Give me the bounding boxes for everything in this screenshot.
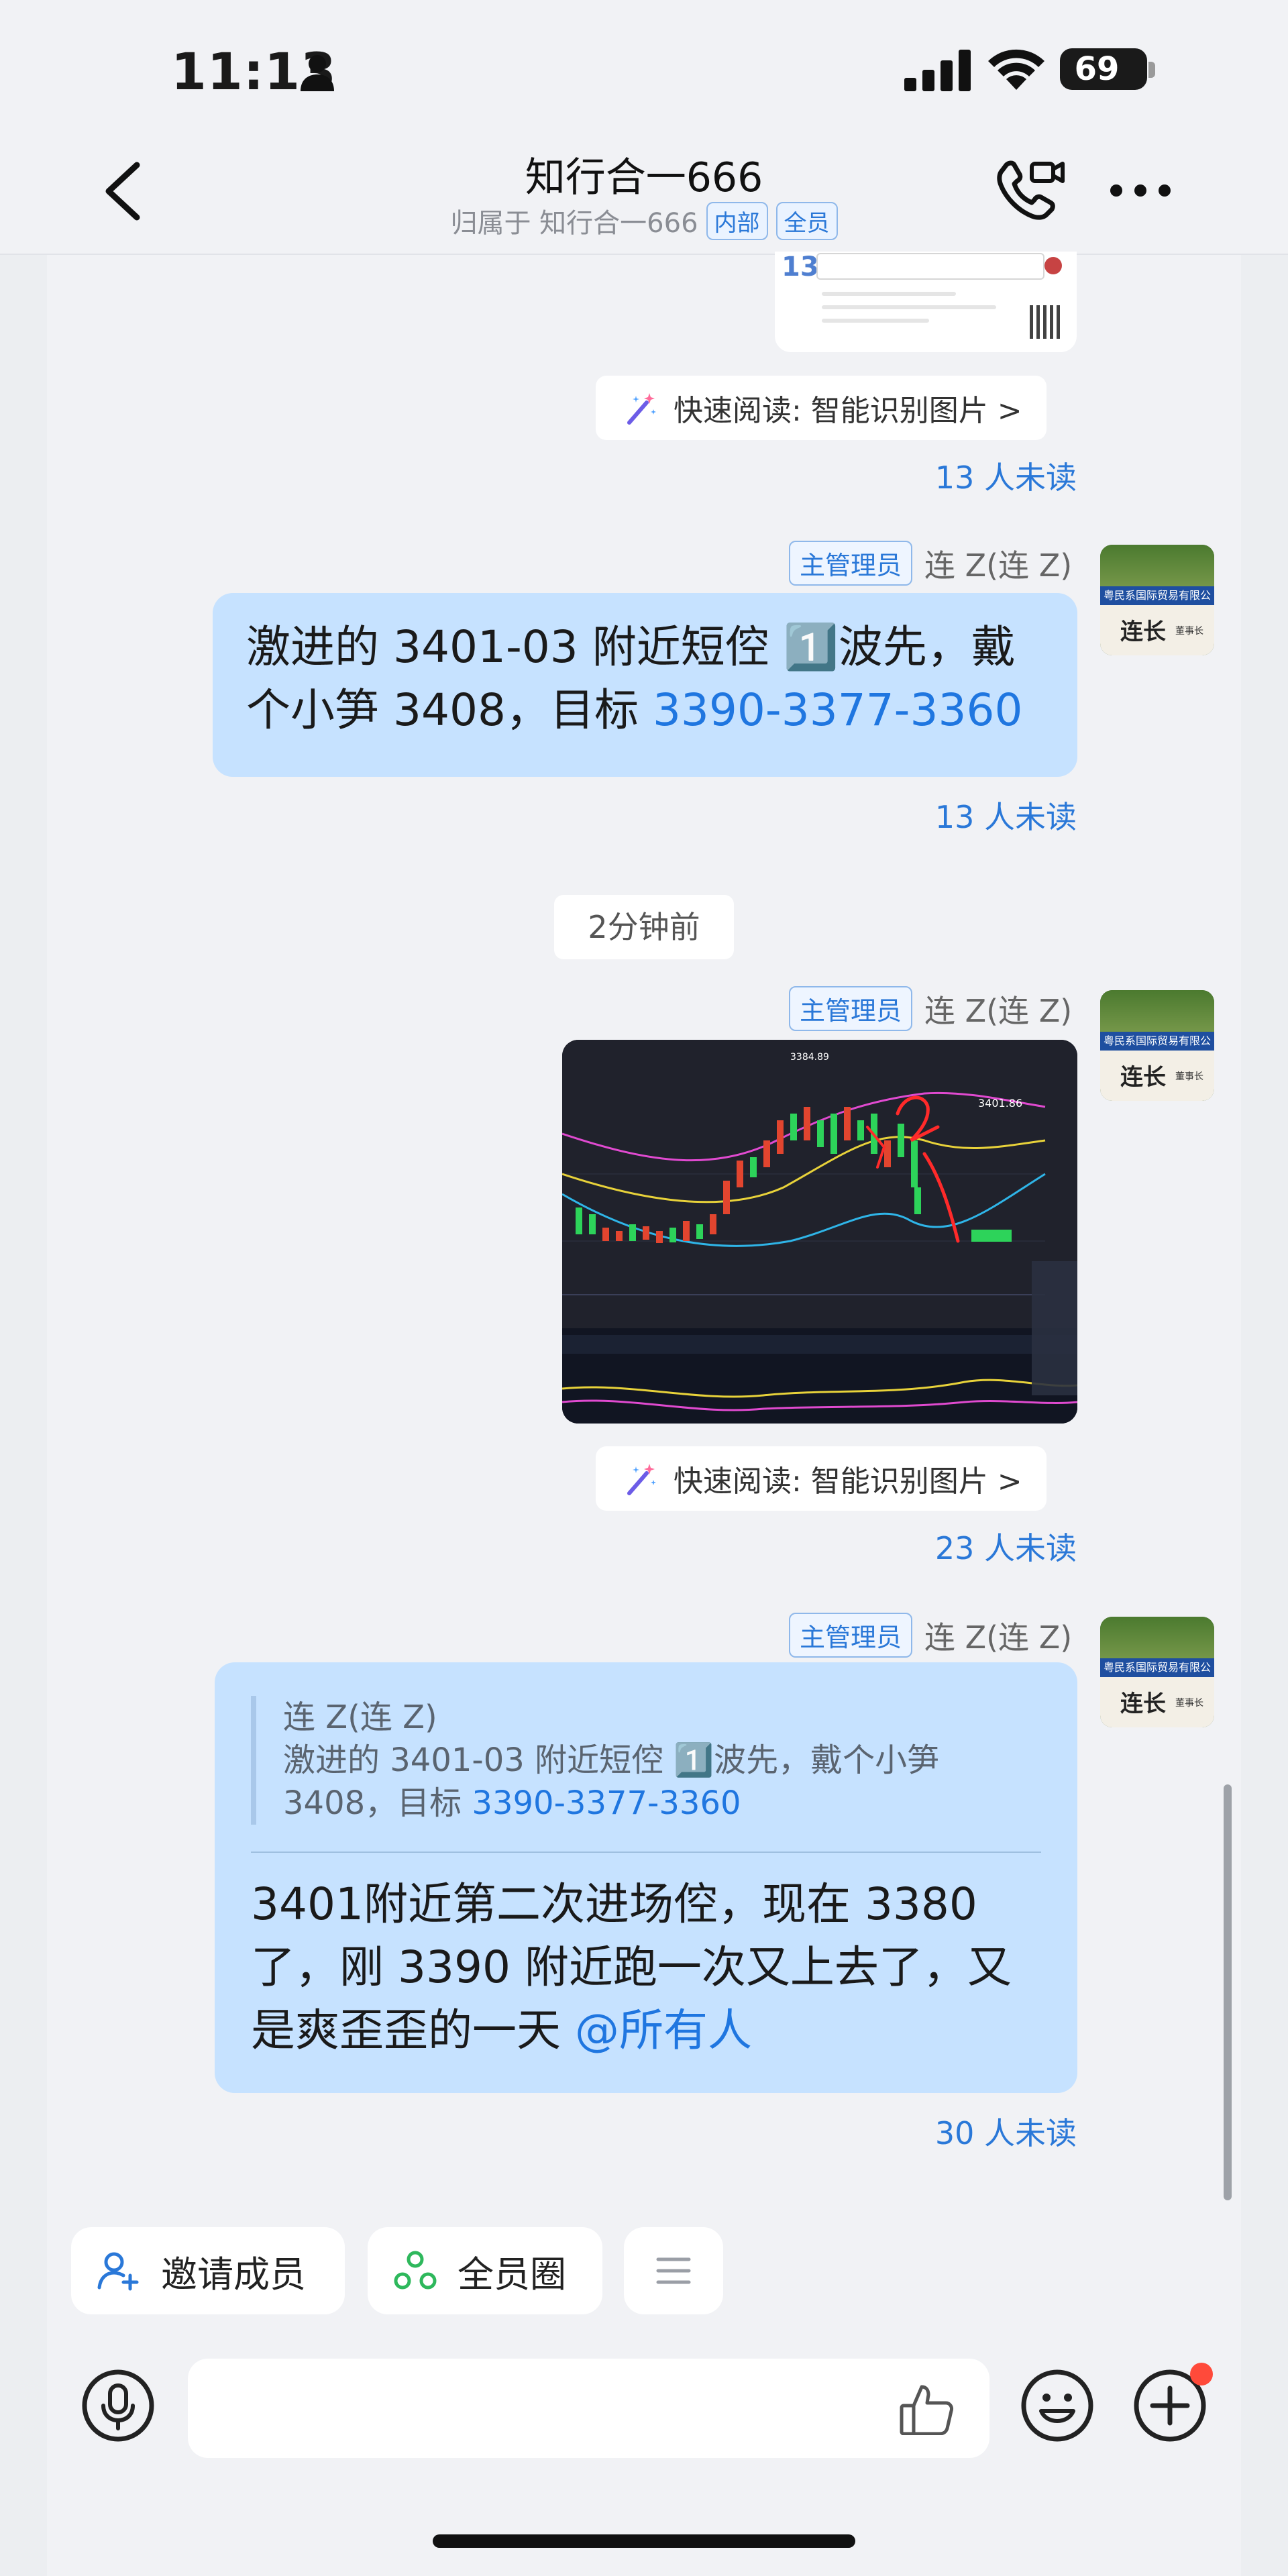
flag-icon — [1044, 257, 1062, 274]
video-call-icon[interactable] — [993, 158, 1067, 225]
sender-row: 主管理员 连 Z(连 Z) — [789, 986, 1072, 1031]
qr-code-icon — [1030, 305, 1063, 339]
magic-wand-icon — [627, 393, 656, 425]
previous-image-card[interactable]: 13 — [775, 252, 1077, 352]
circle-group-icon — [394, 2251, 437, 2290]
background-edge-left — [0, 255, 47, 2576]
chat-screen: 11:13 69 知行合一666 归属于 知行合一666 内部 全员 13 快速… — [0, 0, 1288, 2576]
tag-internal: 内部 — [706, 201, 768, 240]
all-members-circle-button[interactable]: 全员圈 — [368, 2227, 602, 2314]
message-text-block: 3401附近第二次进场倥，现在 3380 了，刚 3390 附近跑一次又上去了，… — [251, 1873, 1041, 2062]
quick-read-label: 快速阅读: 智能识别图片 > — [674, 1464, 1022, 1499]
avatar[interactable]: 粤民系国际贸易有限公司 连长 董事长 — [1100, 545, 1214, 655]
person-icon — [301, 55, 334, 91]
preview-text-line — [822, 292, 956, 296]
unread-count[interactable]: 13 人未读 — [872, 793, 1077, 837]
quote-divider — [251, 1851, 1041, 1853]
quoted-message[interactable]: 连 Z(连 Z) 激进的 3401-03 附近短倥 1️⃣波先，戴个小笋 340… — [251, 1696, 1041, 1825]
magic-wand-icon — [627, 1464, 656, 1495]
sender-name: 连 Z(连 Z) — [924, 992, 1073, 1029]
avatar-sign: 粤民系国际贸易有限公司 — [1100, 1658, 1214, 1693]
candlestick-chart-photo[interactable]: 3401.86 3384.89 — [562, 1040, 1077, 1424]
chat-subtitle: 归属于 知行合一666 内部 全员 — [0, 201, 1288, 240]
add-user-icon — [97, 2252, 139, 2291]
tag-all-members: 全员 — [775, 201, 838, 240]
time-divider: 2分钟前 — [554, 895, 734, 959]
battery-level: 69 — [1074, 50, 1120, 88]
thumbs-up-icon[interactable] — [899, 2383, 954, 2435]
wifi-icon — [988, 49, 1044, 90]
sender-row: 主管理员 连 Z(连 Z) — [789, 1613, 1072, 1658]
chart-photo-svg: 3401.86 3384.89 — [562, 1040, 1077, 1424]
sender-name: 连 Z(连 Z) — [924, 1619, 1073, 1656]
avatar-sign: 粤民系国际贸易有限公司 — [1100, 586, 1214, 621]
quick-read-button-1[interactable]: 快速阅读: 智能识别图片 > — [596, 376, 1046, 440]
unread-count[interactable]: 30 人未读 — [872, 2109, 1077, 2153]
avatar[interactable]: 粤民系国际贸易有限公司 连长 董事长 — [1100, 990, 1214, 1101]
more-options-icon[interactable] — [1107, 177, 1174, 204]
invite-members-button[interactable]: 邀请成员 — [71, 2227, 345, 2314]
chat-owner-label: 归属于 知行合一666 — [450, 208, 698, 239]
preview-banner — [816, 253, 1044, 280]
role-badge: 主管理员 — [789, 1613, 913, 1658]
message-input[interactable] — [188, 2359, 989, 2458]
preview-number: 13 — [782, 252, 819, 282]
quick-read-label: 快速阅读: 智能识别图片 > — [674, 394, 1022, 428]
preview-text-line — [822, 305, 996, 309]
home-indicator[interactable] — [433, 2534, 855, 2548]
unread-count[interactable]: 23 人未读 — [872, 1524, 1077, 1568]
quoted-sender: 连 Z(连 Z) — [283, 1699, 437, 1736]
status-bar: 11:13 69 — [0, 0, 1288, 134]
chat-title: 知行合一666 — [525, 154, 763, 201]
battery-indicator: 69 — [1060, 48, 1147, 90]
chart-price-top: 3384.89 — [790, 1052, 829, 1063]
quick-read-button-2[interactable]: 快速阅读: 智能识别图片 > — [596, 1446, 1046, 1511]
voice-input-icon[interactable] — [80, 2368, 156, 2443]
avatar[interactable]: 粤民系国际贸易有限公司 连长 董事长 — [1100, 1617, 1214, 1727]
menu-button[interactable] — [624, 2227, 723, 2314]
mention-all-link[interactable]: @所有人 — [575, 2004, 752, 2056]
battery-cap — [1148, 62, 1155, 78]
avatar-sign: 粤民系国际贸易有限公司 — [1100, 1032, 1214, 1066]
all-members-circle-label: 全员圈 — [458, 2253, 566, 2296]
quoted-text: 激进的 3401-03 附近短倥 1️⃣波先，戴个小笋 3408，目标 3390… — [283, 1741, 940, 1822]
chart-price-high: 3401.86 — [978, 1097, 1022, 1110]
scrollbar[interactable] — [1224, 1784, 1232, 2200]
background-edge-right — [1241, 255, 1288, 2576]
avatar-subtitle: 董事长 — [1175, 626, 1203, 637]
cellular-signal-icon — [904, 50, 971, 91]
avatar-subtitle: 董事长 — [1175, 1698, 1203, 1709]
invite-members-label: 邀请成员 — [161, 2253, 306, 2296]
message-link[interactable]: 3390-3377-3360 — [653, 684, 1023, 736]
chat-header: 知行合一666 归属于 知行合一666 内部 全员 — [0, 134, 1288, 255]
emoji-icon[interactable] — [1020, 2368, 1095, 2443]
role-badge: 主管理员 — [789, 541, 913, 586]
quoted-link[interactable]: 3390-3377-3360 — [472, 1784, 741, 1822]
sender-name: 连 Z(连 Z) — [924, 547, 1073, 584]
avatar-subtitle: 董事长 — [1175, 1071, 1203, 1082]
sender-row: 主管理员 连 Z(连 Z) — [789, 541, 1072, 586]
preview-text-line — [822, 319, 929, 323]
role-badge: 主管理员 — [789, 986, 913, 1031]
notification-dot — [1190, 2363, 1213, 2385]
unread-count[interactable]: 13 人未读 — [872, 453, 1077, 498]
hamburger-menu-icon — [656, 2257, 691, 2284]
reply-message-bubble[interactable]: 连 Z(连 Z) 激进的 3401-03 附近短倥 1️⃣波先，戴个小笋 340… — [215, 1662, 1077, 2093]
message-bubble[interactable]: 激进的 3401-03 附近短倥 1️⃣波先，戴个小笋 3408，目标 3390… — [213, 593, 1077, 777]
